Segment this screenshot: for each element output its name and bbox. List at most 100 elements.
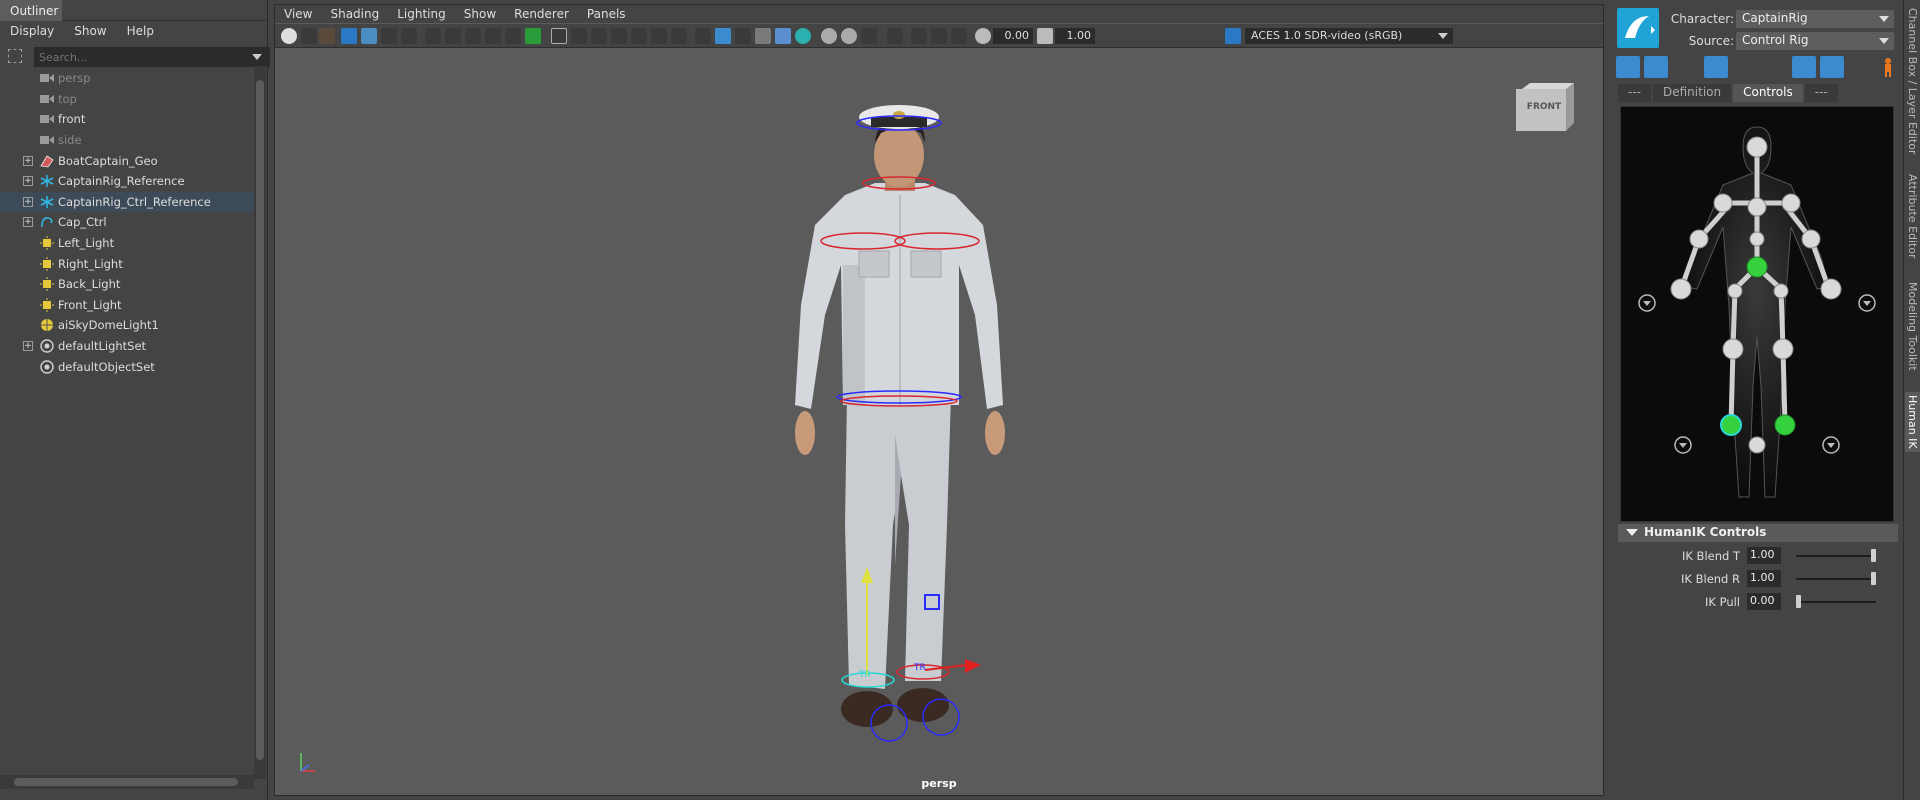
left-shoulder-effector[interactable] <box>1713 193 1733 213</box>
viewcube-top-face[interactable] <box>1522 83 1574 89</box>
expand-icon[interactable]: + <box>23 196 33 207</box>
outliner-row-cap-ctrl[interactable]: + Cap_Ctrl <box>0 212 254 233</box>
ik-pull-slider-handle[interactable] <box>1796 595 1801 608</box>
left-shoe[interactable] <box>841 691 893 727</box>
left-hip-effector[interactable] <box>1727 283 1743 299</box>
outliner-item-label: Right_Light <box>58 256 123 271</box>
expand-icon[interactable]: + <box>23 217 33 228</box>
outliner-row-top[interactable]: top <box>0 89 254 110</box>
chest-effector[interactable] <box>1747 197 1767 217</box>
outliner-row-aiskydomelight1[interactable]: aiSkyDomeLight1 <box>0 315 254 336</box>
left-knee-effector[interactable] <box>1722 338 1744 360</box>
ik-blend-r-slider-handle[interactable] <box>1871 572 1876 585</box>
selection-mode-icon[interactable] <box>1760 56 1784 78</box>
stance-pose-icon[interactable] <box>1876 56 1900 78</box>
hips-effector[interactable] <box>1746 256 1768 278</box>
tab-attribute-editor[interactable]: Attribute Editor <box>1905 172 1920 260</box>
outliner-item-label: Front_Light <box>58 297 122 312</box>
tab-channel-box[interactable]: Channel Box / Layer Editor <box>1905 6 1920 156</box>
right-hand[interactable] <box>985 411 1005 455</box>
outliner-row-front[interactable]: front <box>0 109 254 130</box>
left-hand[interactable] <box>795 411 815 455</box>
menu-help[interactable]: Help <box>117 22 164 42</box>
select-all-effectors-icon[interactable] <box>1616 56 1640 78</box>
outliner-row-defaultlightset[interactable]: + defaultLightSet <box>0 336 254 357</box>
outliner-row-captainrig-ctrl-reference[interactable]: + CaptainRig_Ctrl_Reference <box>0 191 254 213</box>
ik-pull-slider[interactable] <box>1796 601 1876 603</box>
ik-blend-t-label: IK Blend T <box>1681 549 1740 563</box>
pin-rotate-icon[interactable] <box>1820 56 1844 78</box>
left-ankle-effector[interactable] <box>1720 414 1742 436</box>
full-body-icon[interactable] <box>1704 56 1728 78</box>
outliner-row-side[interactable]: side <box>0 130 254 151</box>
menu-display[interactable]: Display <box>0 22 64 42</box>
viewport-panel[interactable]: View Shading Lighting Show Renderer Pane… <box>274 4 1604 796</box>
expand-icon[interactable]: + <box>23 176 33 187</box>
pin-translate-icon[interactable] <box>1792 56 1816 78</box>
humanik-controls-section[interactable]: HumanIK Controls <box>1618 524 1898 542</box>
ik-blend-r-field[interactable]: 1.00 <box>1747 570 1781 587</box>
tab-definition[interactable]: Definition <box>1653 84 1732 102</box>
tab-modeling-toolkit[interactable]: Modeling Toolkit <box>1905 276 1920 376</box>
ik-blend-t-field[interactable]: 1.00 <box>1747 547 1781 564</box>
ik-blend-r-slider[interactable] <box>1796 578 1876 580</box>
filter-icon[interactable] <box>8 49 22 63</box>
tab-controls[interactable]: Controls <box>1733 84 1803 102</box>
outliner-row-boatcaptain-geo[interactable]: + BoatCaptain_Geo <box>0 150 254 171</box>
outliner-row-front-light[interactable]: Front_Light <box>0 295 254 316</box>
ik-blend-t-slider-handle[interactable] <box>1871 549 1876 562</box>
body-part-icon[interactable] <box>1732 56 1756 78</box>
head-effector[interactable] <box>1746 136 1768 158</box>
right-elbow-effector[interactable] <box>1801 229 1821 249</box>
search-input[interactable] <box>34 47 270 67</box>
right-shoulder-effector[interactable] <box>1781 193 1801 213</box>
left-elbow-effector[interactable] <box>1689 229 1709 249</box>
jacket[interactable] <box>795 183 1003 409</box>
collapse-icon[interactable] <box>1626 529 1638 536</box>
expand-icon[interactable]: + <box>23 341 33 352</box>
left-wrist-effector[interactable] <box>1670 278 1692 300</box>
character-dropdown[interactable]: CaptainRig <box>1736 10 1894 28</box>
outliner-row-right-light[interactable]: Right_Light <box>0 253 254 274</box>
source-dropdown[interactable]: Control Rig <box>1736 32 1894 50</box>
right-knee-effector[interactable] <box>1772 338 1794 360</box>
outliner-item-label: side <box>58 133 82 148</box>
tab-separator-right[interactable]: --- <box>1804 84 1838 102</box>
outliner-item-label: top <box>58 91 77 106</box>
search-dropdown-icon[interactable] <box>252 54 262 60</box>
character-scene[interactable]: TR TR <box>275 5 1605 797</box>
outliner-title[interactable]: Outliner <box>0 0 62 21</box>
ik-blend-t-slider[interactable] <box>1796 555 1876 557</box>
menu-show[interactable]: Show <box>64 22 116 42</box>
outliner-row-left-light[interactable]: Left_Light <box>0 233 254 254</box>
select-all-joints-icon[interactable] <box>1644 56 1668 78</box>
scroll-thumb[interactable] <box>14 778 238 786</box>
outliner-row-back-light[interactable]: Back_Light <box>0 274 254 295</box>
outliner-horizontal-scrollbar[interactable] <box>0 775 254 789</box>
right-hip-effector[interactable] <box>1773 283 1789 299</box>
skeleton-diagram[interactable] <box>1621 107 1893 521</box>
human-ik-character-view[interactable] <box>1620 106 1894 522</box>
outliner-row-captainrig-reference[interactable]: + CaptainRig_Reference <box>0 171 254 192</box>
scroll-thumb[interactable] <box>256 80 264 760</box>
cap-badge <box>893 111 905 119</box>
outliner-row-persp[interactable]: persp <box>0 68 254 89</box>
trousers[interactable] <box>845 395 951 689</box>
human-ik-menu-icon[interactable] <box>1617 8 1659 48</box>
camera-name-label: persp <box>921 777 957 790</box>
unpin-icon[interactable] <box>1848 56 1872 78</box>
tab-human-ik[interactable]: Human IK <box>1905 392 1920 452</box>
outliner-item-label: defaultLightSet <box>58 339 147 354</box>
right-wrist-effector[interactable] <box>1820 278 1842 300</box>
outliner-vertical-scrollbar[interactable] <box>254 66 266 779</box>
move-gizmo-x-arrow[interactable] <box>965 659 981 673</box>
expand-icon[interactable]: + <box>23 155 33 166</box>
outliner-row-defaultobjectset[interactable]: defaultObjectSet <box>0 356 254 377</box>
right-ankle-effector[interactable] <box>1774 414 1796 436</box>
reference-effector[interactable] <box>1748 436 1766 454</box>
spine-effector[interactable] <box>1749 231 1765 247</box>
ik-fk-toggle-icon[interactable] <box>1672 56 1696 78</box>
ik-pull-field[interactable]: 0.00 <box>1747 593 1781 610</box>
tab-separator-left[interactable]: --- <box>1618 84 1651 102</box>
chevron-down-icon <box>1879 16 1889 22</box>
